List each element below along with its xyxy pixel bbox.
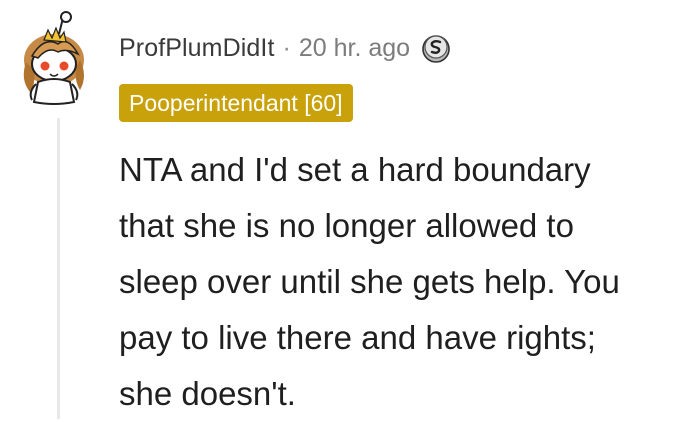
comment-body-line: NTA and I'd set a hard boundary	[119, 151, 591, 188]
user-flair-label: Pooperintendant [60]	[129, 89, 343, 116]
user-flair: Pooperintendant [60]	[119, 84, 353, 122]
avatar[interactable]	[14, 10, 100, 106]
comment-body-line: pay to live there and have rights;	[119, 319, 596, 356]
comment-body-line: that she is no longer allowed to	[119, 207, 574, 244]
comment: ProfPlumDidIt · 20 hr. ago Pooperintenda…	[0, 0, 700, 419]
snoo-avatar-icon	[23, 11, 84, 105]
username-link[interactable]: ProfPlumDidIt	[119, 34, 275, 63]
separator-dot: ·	[282, 33, 291, 62]
comment-body-line: she doesn't.	[119, 375, 296, 412]
comment-body: NTA and I'd set a hard boundary that she…	[119, 142, 694, 422]
thread-line[interactable]	[57, 118, 60, 419]
comment-header: ProfPlumDidIt · 20 hr. ago	[119, 30, 452, 66]
comment-body-line: sleep over until she gets help. You	[119, 263, 620, 300]
timestamp-link[interactable]: 20 hr. ago	[299, 34, 410, 63]
silver-award-icon[interactable]	[420, 32, 452, 64]
